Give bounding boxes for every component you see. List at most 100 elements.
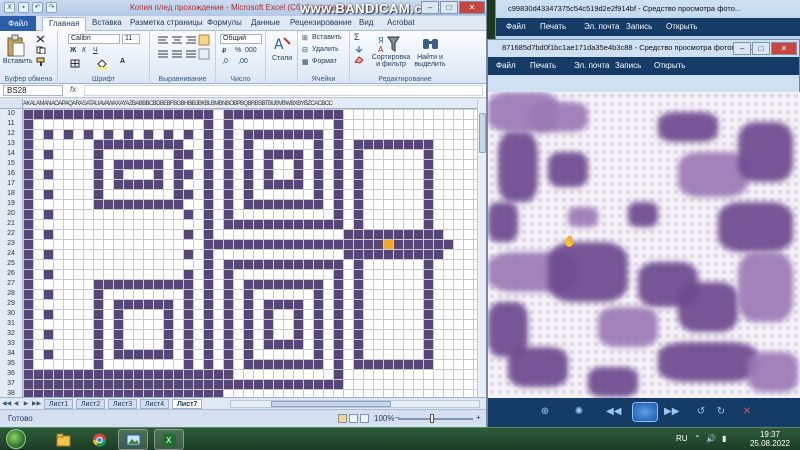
clock[interactable]: 19:37 25.08.2022 (750, 430, 790, 448)
row-number[interactable]: 34 (0, 349, 22, 359)
filled-cell[interactable] (394, 240, 403, 249)
tab-data[interactable]: Данные (251, 18, 280, 27)
filled-cell[interactable] (354, 280, 363, 289)
filled-cell[interactable] (404, 230, 413, 239)
filled-cell[interactable] (144, 160, 153, 169)
filled-cell[interactable] (184, 280, 193, 289)
filled-cell[interactable] (224, 280, 233, 289)
filled-cell[interactable] (354, 310, 363, 319)
filled-cell[interactable] (314, 310, 323, 319)
viewer-menu-print[interactable]: Печать (530, 61, 556, 70)
filled-cell[interactable] (124, 200, 133, 209)
autosum-button[interactable]: Σ (354, 32, 360, 42)
filled-cell[interactable] (224, 140, 233, 149)
row-number[interactable]: 32 (0, 329, 22, 339)
filled-cell[interactable] (134, 350, 143, 359)
filled-cell[interactable] (314, 240, 323, 249)
filled-cell[interactable] (374, 250, 383, 259)
photo-viewer-back-window[interactable]: c99830d43347375c54c519d2e2f914bf - Средс… (495, 0, 800, 40)
filled-cell[interactable] (164, 130, 173, 139)
filled-cell[interactable] (294, 220, 303, 229)
filled-cell[interactable] (254, 220, 263, 229)
row-number[interactable]: 23 (0, 239, 22, 249)
filled-cell[interactable] (394, 230, 403, 239)
filled-cell[interactable] (124, 300, 133, 309)
filled-cell[interactable] (74, 390, 83, 397)
row-number[interactable]: 24 (0, 249, 22, 259)
viewer-menu-open[interactable]: Открыть (654, 61, 685, 70)
filled-cell[interactable] (264, 220, 273, 229)
filled-cell[interactable] (354, 300, 363, 309)
filled-cell[interactable] (174, 390, 183, 397)
filled-cell[interactable] (414, 240, 423, 249)
filled-cell[interactable] (334, 130, 343, 139)
filled-cell[interactable] (354, 340, 363, 349)
filled-cell[interactable] (284, 340, 293, 349)
filled-cell[interactable] (334, 330, 343, 339)
filled-cell[interactable] (224, 160, 233, 169)
filled-cell[interactable] (154, 350, 163, 359)
filled-cell[interactable] (134, 370, 143, 379)
filled-cell[interactable] (234, 220, 243, 229)
volume-icon[interactable]: 🔊 (706, 434, 716, 443)
filled-cell[interactable] (284, 380, 293, 389)
format-painter-icon[interactable] (36, 57, 46, 66)
filled-cell[interactable] (54, 380, 63, 389)
delete-cells-button[interactable]: Удалить (312, 46, 339, 53)
filled-cell[interactable] (304, 360, 313, 369)
fill-icon[interactable] (354, 45, 364, 53)
filled-cell[interactable] (94, 170, 103, 179)
filled-cell[interactable] (24, 210, 33, 219)
network-icon[interactable]: ▮ (722, 434, 726, 443)
filled-cell[interactable] (254, 280, 263, 289)
filled-cell[interactable] (154, 140, 163, 149)
filled-cell[interactable] (274, 200, 283, 209)
filled-cell[interactable] (334, 180, 343, 189)
filled-cell[interactable] (194, 390, 203, 397)
menu-email[interactable]: Эл. почта (584, 22, 619, 31)
actual-size-icon[interactable]: ✺ (572, 405, 586, 419)
filled-cell[interactable] (354, 270, 363, 279)
filled-cell[interactable] (114, 370, 123, 379)
filled-cell[interactable] (204, 160, 213, 169)
filled-cell[interactable] (354, 360, 363, 369)
filled-cell[interactable] (154, 370, 163, 379)
select-all-corner[interactable] (0, 99, 23, 109)
filled-cell[interactable] (264, 170, 273, 179)
filled-cell[interactable] (374, 360, 383, 369)
filled-cell[interactable] (134, 180, 143, 189)
filled-cell[interactable] (224, 300, 233, 309)
menu-file[interactable]: Файл (506, 22, 526, 31)
sheet-tab-1[interactable]: Лист1 (44, 399, 74, 409)
filled-cell[interactable] (354, 150, 363, 159)
filled-cell[interactable] (164, 320, 173, 329)
filled-cell[interactable] (104, 370, 113, 379)
filled-cell[interactable] (214, 240, 223, 249)
filled-cell[interactable] (204, 120, 213, 129)
filled-cell[interactable] (264, 380, 273, 389)
filled-cell[interactable] (244, 280, 253, 289)
filled-cell[interactable] (114, 200, 123, 209)
filled-cell[interactable] (184, 230, 193, 239)
filled-cell[interactable] (94, 330, 103, 339)
row-number[interactable]: 25 (0, 259, 22, 269)
filled-cell[interactable] (294, 320, 303, 329)
name-box[interactable]: BS28 (3, 85, 63, 96)
filled-cell[interactable] (144, 200, 153, 209)
filled-cell[interactable] (314, 300, 323, 309)
filled-cell[interactable] (124, 350, 133, 359)
tab-insert[interactable]: Вставка (92, 18, 122, 27)
filled-cell[interactable] (44, 150, 53, 159)
filled-cell[interactable] (174, 370, 183, 379)
filled-cell[interactable] (114, 350, 123, 359)
filled-cell[interactable] (244, 110, 253, 119)
filled-cell[interactable] (54, 390, 63, 397)
filled-cell[interactable] (424, 220, 433, 229)
filled-cell[interactable] (134, 300, 143, 309)
filled-cell[interactable] (24, 130, 33, 139)
filled-cell[interactable] (224, 370, 233, 379)
filled-cell[interactable] (234, 110, 243, 119)
filled-cell[interactable] (244, 170, 253, 179)
row-number[interactable]: 11 (0, 119, 22, 129)
rotate-right-icon[interactable]: ↻ (714, 405, 728, 419)
